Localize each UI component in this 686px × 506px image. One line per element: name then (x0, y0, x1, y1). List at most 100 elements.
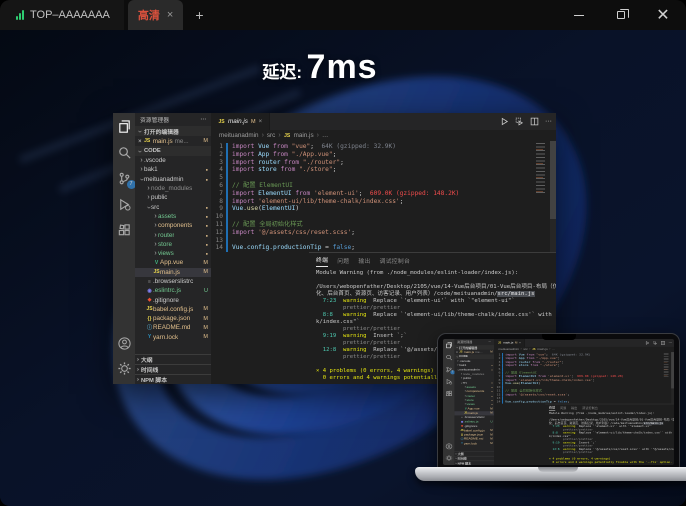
breadcrumb[interactable]: meituanadmin›src›JSmain.js›… (211, 130, 556, 141)
tree-item[interactable]: ›meituanadmin● (135, 175, 211, 184)
terminal-line: prettier/prettier (316, 305, 556, 312)
window-controls: ✕ (562, 0, 680, 30)
tree-item[interactable]: ›bak1● (135, 165, 211, 174)
remote-desktop-view: 延迟: 7ms 7 (0, 30, 686, 506)
tree-item-label: package.json (153, 315, 190, 322)
editor-tab-mainjs[interactable]: JS main.js M × (211, 113, 270, 130)
more-icon: ··· (669, 341, 673, 344)
breadcrumb-item[interactable]: … (322, 132, 328, 139)
sidebar-section-时间线[interactable]: ›时间线 (135, 364, 211, 374)
js-file-icon: JS (153, 269, 160, 275)
chevron-icon: › (145, 205, 152, 210)
tree-item-label: store (158, 241, 172, 248)
tree-item[interactable]: {}package.jsonM (135, 314, 211, 323)
more-actions-icon[interactable]: ⋯ (200, 117, 206, 123)
tree-item-label: src (151, 204, 159, 211)
tree-item-label: meituanadmin (144, 176, 184, 183)
panel-tab-终端[interactable]: 终端 (316, 253, 328, 267)
tree-item[interactable]: ≡.browserslistrc (135, 277, 211, 286)
extensions-icon[interactable] (117, 223, 132, 238)
tree-item-label: public (463, 377, 472, 380)
sidebar-section-NPM 脚本: ›NPM 脚本 (454, 461, 494, 465)
tree-item[interactable]: ›router● (135, 230, 211, 239)
tree-item-label: .vscode (144, 157, 166, 164)
tree-item-label: views (466, 403, 474, 406)
tree-item-label: README.md (464, 438, 484, 441)
sidebar-section-大纲[interactable]: ›大纲 (135, 354, 211, 364)
lock-file-icon: Y (146, 334, 153, 340)
tree-item-label: .gitignore (153, 297, 179, 304)
minimap[interactable] (536, 143, 549, 195)
close-button[interactable]: ✕ (646, 2, 680, 28)
remote-desktop-window: TOP–AAAAAAA 高清 × + ✕ (0, 0, 686, 506)
tree-item[interactable]: ›views● (135, 249, 211, 258)
close-tab-icon[interactable]: × (259, 118, 263, 125)
tree-item[interactable]: ›components● (135, 221, 211, 230)
session-tab[interactable]: TOP–AAAAAAA (0, 0, 124, 30)
explorer-icon[interactable] (117, 119, 132, 134)
account-icon (445, 443, 453, 450)
tree-item[interactable]: VApp.vueM (135, 258, 211, 267)
more-icon[interactable]: ··· (545, 118, 552, 125)
explorer-sidebar: 资源管理器 ⋯ › 打开的编辑器 × JS main.js me... M › … (454, 339, 494, 465)
tree-item-label: bak1 (459, 364, 466, 367)
code-editor[interactable]: 1import Vue from "vue"; 64K (gzipped: 32… (211, 141, 556, 252)
terminal-line: prettier/prettier (316, 326, 556, 333)
terminal-line: Module Warning (from ./node_modules/esli… (316, 270, 556, 277)
close-tab-icon[interactable]: × (167, 9, 173, 21)
tree-item[interactable]: ◆.gitignore (135, 295, 211, 304)
code-line: 5 (211, 174, 534, 182)
split-editor-icon[interactable] (530, 117, 539, 126)
breadcrumb-item[interactable]: meituanadmin (219, 132, 259, 139)
git-status-badge: M (203, 334, 211, 340)
open-editor-item[interactable]: × JS main.js me... M (135, 136, 211, 146)
tree-item[interactable]: ›assets● (135, 212, 211, 221)
workspace-section[interactable]: › CODE (135, 146, 211, 156)
tree-item[interactable]: ›node_modules (135, 184, 211, 193)
breadcrumb-item[interactable]: src (267, 132, 275, 139)
tree-item-label: views (158, 250, 174, 257)
tree-item[interactable]: ›public (135, 193, 211, 202)
js-file-icon: JS (218, 119, 225, 125)
account-icon[interactable] (117, 336, 132, 351)
source-control-icon[interactable]: 7 (117, 171, 132, 186)
tree-item[interactable]: ›.vscode (135, 156, 211, 165)
tree-item[interactable]: JSbabel.config.jsM (135, 305, 211, 314)
tree-item-label: router (466, 394, 475, 397)
run-all-icon[interactable] (515, 117, 524, 126)
tree-item[interactable]: ›store● (135, 240, 211, 249)
terminal-panel: 终端问题输出调试控制台 node ＋ ∨ ∧ × (545, 404, 674, 465)
panel-tab-问题[interactable]: 问题 (337, 253, 349, 267)
file-tree: ›.vscode›bak1●›meituanadmin●›node_module… (454, 359, 494, 446)
git-status-badge: U (204, 288, 211, 294)
latency-overlay: 延迟: 7ms (0, 48, 640, 87)
run-icon[interactable] (500, 117, 509, 126)
tree-item[interactable]: Yyarn.lockM (135, 333, 211, 342)
tree-item[interactable]: JSmain.jsM (135, 268, 211, 277)
tree-item[interactable]: ◉.eslintrc.jsU (135, 286, 211, 295)
laptop-base (415, 467, 686, 481)
debug-icon[interactable] (117, 197, 132, 212)
new-tab-button[interactable]: + (195, 7, 203, 23)
panel-tab-bar: 终端问题输出调试控制台 node ＋ ∨ ∧ × (309, 253, 556, 267)
tree-item[interactable]: ⓘREADME.mdM (135, 323, 211, 332)
minimize-button[interactable] (562, 2, 596, 28)
tree-item[interactable]: ›src● (135, 202, 211, 211)
chevron-icon: › (460, 382, 464, 384)
editor-scrollbar[interactable] (550, 141, 556, 252)
close-editor-icon[interactable]: × (138, 138, 142, 145)
laptop-mirrored-screen: 7 (443, 339, 674, 465)
quality-tab[interactable]: 高清 × (128, 0, 183, 30)
settings-gear-icon[interactable] (117, 361, 132, 376)
terminal-line: /Users/webopenfather/Desktop/2105/vue/14… (316, 284, 556, 298)
editor-scrollbar (671, 352, 674, 404)
panel-tab-调试控制台[interactable]: 调试控制台 (380, 253, 411, 267)
panel-tab-输出[interactable]: 输出 (358, 253, 370, 267)
open-editors-section[interactable]: › 打开的编辑器 (135, 126, 211, 136)
sidebar-section-NPM 脚本[interactable]: ›NPM 脚本 (135, 374, 211, 384)
chevron-icon: › (138, 177, 145, 182)
breadcrumb-item[interactable]: main.js (294, 132, 314, 139)
maximize-button[interactable] (604, 2, 638, 28)
search-icon[interactable] (117, 145, 132, 160)
more-actions-icon: ⋯ (489, 341, 492, 344)
